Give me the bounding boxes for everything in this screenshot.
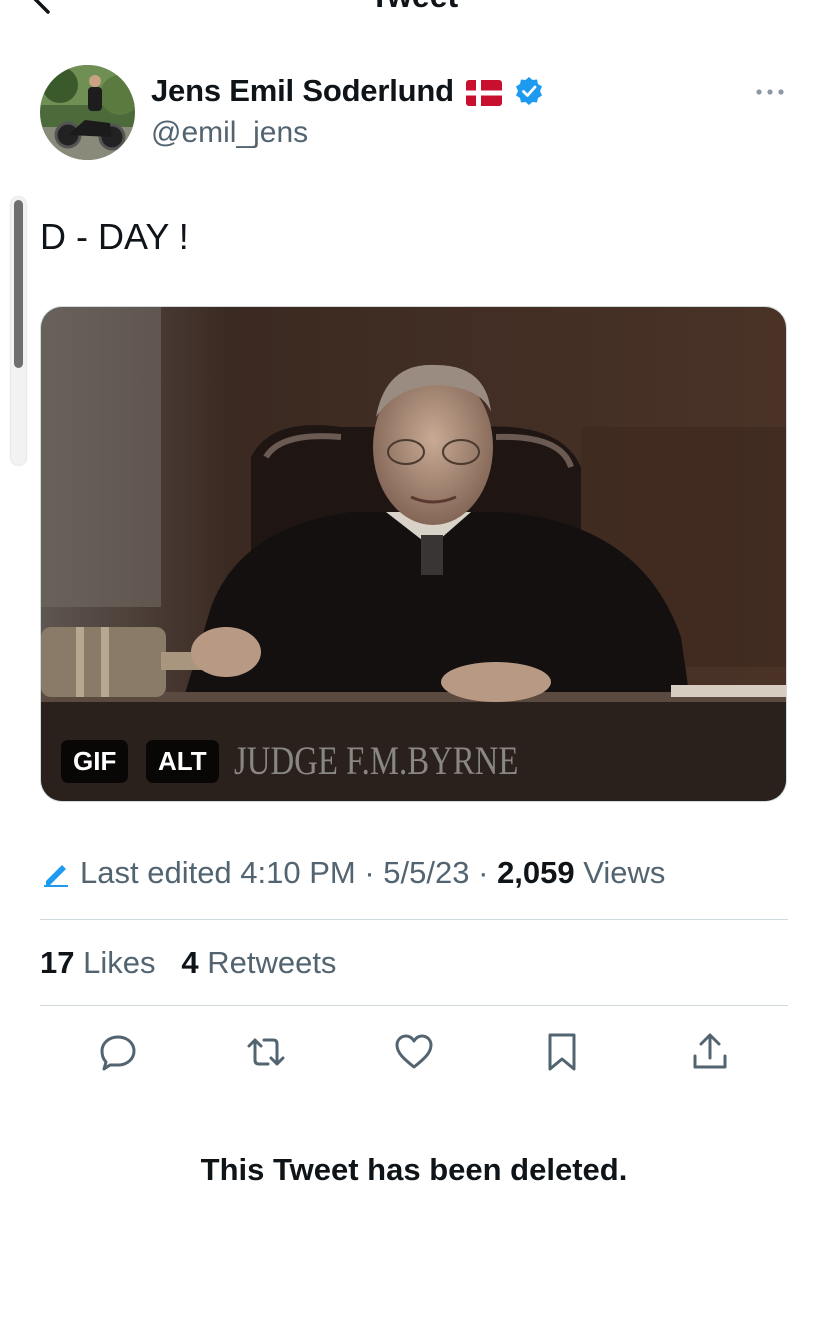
- bookmark-icon: [548, 1033, 576, 1071]
- tweet-text: D - DAY !: [40, 216, 189, 257]
- share-icon: [693, 1033, 727, 1069]
- avatar[interactable]: [40, 65, 135, 160]
- likes-label: Likes: [83, 945, 156, 980]
- page-title: Tweet: [0, 0, 828, 15]
- bookmark-button[interactable]: [540, 1030, 584, 1074]
- reply-button[interactable]: [96, 1030, 140, 1074]
- last-edited-label[interactable]: Last edited 4:10 PM: [80, 855, 356, 891]
- tweet-actions: [0, 1030, 828, 1074]
- retweets-count: 4: [181, 945, 199, 980]
- views-label-text: Views: [583, 855, 666, 890]
- likes-count: 17: [40, 945, 75, 980]
- retweets-stat[interactable]: 4 Retweets: [181, 945, 336, 980]
- media-caption-text: JUDGE F.M.BYRNE: [234, 738, 519, 783]
- views-label: Views: [575, 855, 666, 891]
- gif-badge: GIF: [61, 740, 129, 783]
- share-button[interactable]: [688, 1030, 732, 1074]
- meta-separator: ·: [355, 855, 384, 890]
- verified-badge-icon: [514, 76, 544, 106]
- edit-pencil-icon[interactable]: [42, 859, 70, 887]
- alt-badge[interactable]: ALT: [146, 740, 219, 783]
- divider: [40, 919, 788, 920]
- tweet-meta: Last edited 4:10 PM · 5/5/23 · 2,059 Vie…: [42, 855, 665, 891]
- top-bar: Tweet: [0, 0, 828, 20]
- like-icon: [395, 1034, 433, 1069]
- scroll-indicator[interactable]: [11, 197, 26, 465]
- retweet-button[interactable]: [244, 1030, 288, 1074]
- likes-stat[interactable]: 17 Likes: [40, 945, 155, 980]
- retweet-icon: [247, 1038, 285, 1066]
- more-options-icon[interactable]: [754, 82, 786, 102]
- engagement-stats: 17 Likes 4 Retweets: [40, 945, 336, 981]
- gif-frame-image: [41, 307, 786, 801]
- author-name[interactable]: Jens Emil Soderlund: [151, 73, 544, 109]
- reply-icon: [100, 1035, 136, 1071]
- denmark-flag-icon: [465, 78, 502, 106]
- tweet-date: 5/5/23: [383, 855, 470, 890]
- author-handle[interactable]: @emil_jens: [151, 116, 308, 150]
- divider: [40, 1005, 788, 1006]
- like-button[interactable]: [392, 1030, 436, 1074]
- scroll-thumb[interactable]: [14, 200, 23, 368]
- deleted-tweet-notice: This Tweet has been deleted.: [200, 1152, 628, 1187]
- retweets-label: Retweets: [207, 945, 337, 980]
- author-display-name[interactable]: Jens Emil Soderlund: [151, 73, 454, 109]
- tweet-media-gif[interactable]: GIF ALT JUDGE F.M.BYRNE: [40, 306, 787, 802]
- meta-separator: ·: [469, 855, 498, 890]
- views-count: 2,059: [497, 855, 575, 890]
